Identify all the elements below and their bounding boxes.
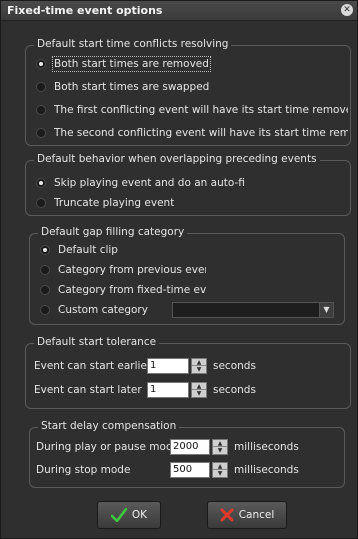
gap-option-default-clip[interactable]: Default clip xyxy=(40,242,118,258)
delay-group: Start delay compensation During play or … xyxy=(29,420,345,488)
gap-filling-legend: Default gap filling category xyxy=(38,226,188,238)
later-row: Event can start later 1 ▲ ▼ seconds xyxy=(34,381,256,399)
spin-up-icon[interactable]: ▲ xyxy=(213,463,227,470)
option-label: The first conflicting event will have it… xyxy=(54,104,348,116)
conflicts-legend: Default start time conflicts resolving xyxy=(34,38,232,50)
spin-down-icon[interactable]: ▼ xyxy=(192,366,206,373)
window-title: Fixed-time event options xyxy=(7,4,163,17)
ok-button[interactable]: OK xyxy=(97,501,161,529)
radio-icon[interactable] xyxy=(40,305,50,315)
tolerance-legend: Default start tolerance xyxy=(34,336,160,348)
radio-selected-icon[interactable] xyxy=(36,178,46,188)
later-stepper[interactable]: ▲ ▼ xyxy=(191,382,207,398)
stop-stepper[interactable]: ▲ ▼ xyxy=(212,462,228,478)
earlier-input[interactable]: 1 xyxy=(147,358,189,374)
conflict-option-first-removed[interactable]: The first conflicting event will have it… xyxy=(36,102,348,118)
gap-option-previous-event[interactable]: Category from previous even xyxy=(40,262,206,278)
delay-legend: Start delay compensation xyxy=(38,420,180,432)
option-label: The second conflicting event will have i… xyxy=(54,127,348,139)
later-input[interactable]: 1 xyxy=(147,382,189,398)
chevron-down-icon[interactable]: ▼ xyxy=(319,303,333,317)
radio-icon[interactable] xyxy=(36,198,46,208)
play-pause-stepper[interactable]: ▲ ▼ xyxy=(212,439,228,455)
custom-category-select[interactable]: ▼ xyxy=(172,302,334,318)
option-label: Both start times are swapped xyxy=(54,81,210,93)
radio-icon[interactable] xyxy=(36,128,46,138)
later-label: Event can start later xyxy=(34,384,142,396)
play-pause-label: During play or pause mode xyxy=(36,441,170,453)
spin-up-icon[interactable]: ▲ xyxy=(192,359,206,366)
close-icon[interactable]: ✕ xyxy=(341,4,353,16)
tolerance-group: Default start tolerance Event can start … xyxy=(25,336,351,409)
play-pause-input[interactable]: 2000 xyxy=(170,439,210,455)
option-label: Custom category xyxy=(58,304,148,316)
stop-row: During stop mode 500 ▲ ▼ milliseconds xyxy=(36,461,299,479)
conflict-option-second-removed[interactable]: The second conflicting event will have i… xyxy=(36,125,348,141)
radio-selected-icon[interactable] xyxy=(40,245,50,255)
spin-up-icon[interactable]: ▲ xyxy=(192,383,206,390)
radio-icon[interactable] xyxy=(40,285,50,295)
gap-option-fixed-time-event[interactable]: Category from fixed-time eve xyxy=(40,282,206,298)
stop-label: During stop mode xyxy=(36,464,131,476)
option-label: Skip playing event and do an auto-fi xyxy=(54,177,245,189)
conflict-option-both-swapped[interactable]: Both start times are swapped xyxy=(36,79,209,95)
cancel-label: Cancel xyxy=(238,509,275,521)
ok-label: OK xyxy=(131,509,148,521)
overlap-legend: Default behavior when overlapping preced… xyxy=(34,153,320,165)
conflict-option-both-removed[interactable]: Both start times are removed xyxy=(36,56,211,72)
spin-down-icon[interactable]: ▼ xyxy=(213,470,227,477)
later-unit: seconds xyxy=(213,384,256,396)
earlier-unit: seconds xyxy=(213,360,256,372)
radio-selected-icon[interactable] xyxy=(36,59,46,69)
stop-input[interactable]: 500 xyxy=(170,462,210,478)
radio-icon[interactable] xyxy=(36,82,46,92)
option-label: Category from fixed-time eve xyxy=(58,284,206,296)
option-label: Category from previous even xyxy=(58,264,206,276)
spin-up-icon[interactable]: ▲ xyxy=(213,440,227,447)
play-pause-row: During play or pause mode 2000 ▲ ▼ millis… xyxy=(36,438,299,456)
title-bar: Fixed-time event options ✕ xyxy=(1,1,357,21)
option-label: Default clip xyxy=(58,244,118,256)
overlap-group: Default behavior when overlapping preced… xyxy=(25,153,351,216)
overlap-option-truncate[interactable]: Truncate playing event xyxy=(36,195,174,211)
spin-down-icon[interactable]: ▼ xyxy=(192,390,206,397)
earlier-label: Event can start earlier xyxy=(34,360,147,372)
option-label: Truncate playing event xyxy=(54,197,175,209)
earlier-row: Event can start earlier 1 ▲ ▼ seconds xyxy=(34,357,256,375)
options-dialog: Fixed-time event options ✕ Default start… xyxy=(0,0,358,539)
cancel-button[interactable]: Cancel xyxy=(207,501,287,529)
stop-unit: milliseconds xyxy=(234,464,299,476)
cancel-x-icon xyxy=(220,508,234,522)
play-pause-unit: milliseconds xyxy=(234,441,299,453)
checkmark-icon xyxy=(110,508,127,522)
radio-icon[interactable] xyxy=(36,105,46,115)
gap-option-custom-category[interactable]: Custom category xyxy=(40,302,148,318)
conflicts-group: Default start time conflicts resolving B… xyxy=(25,38,351,146)
radio-icon[interactable] xyxy=(40,265,50,275)
option-label: Both start times are removed xyxy=(52,56,211,72)
earlier-stepper[interactable]: ▲ ▼ xyxy=(191,358,207,374)
spin-down-icon[interactable]: ▼ xyxy=(213,447,227,454)
gap-filling-group: Default gap filling category Default cli… xyxy=(29,226,345,325)
overlap-option-skip[interactable]: Skip playing event and do an auto-fi xyxy=(36,175,245,191)
